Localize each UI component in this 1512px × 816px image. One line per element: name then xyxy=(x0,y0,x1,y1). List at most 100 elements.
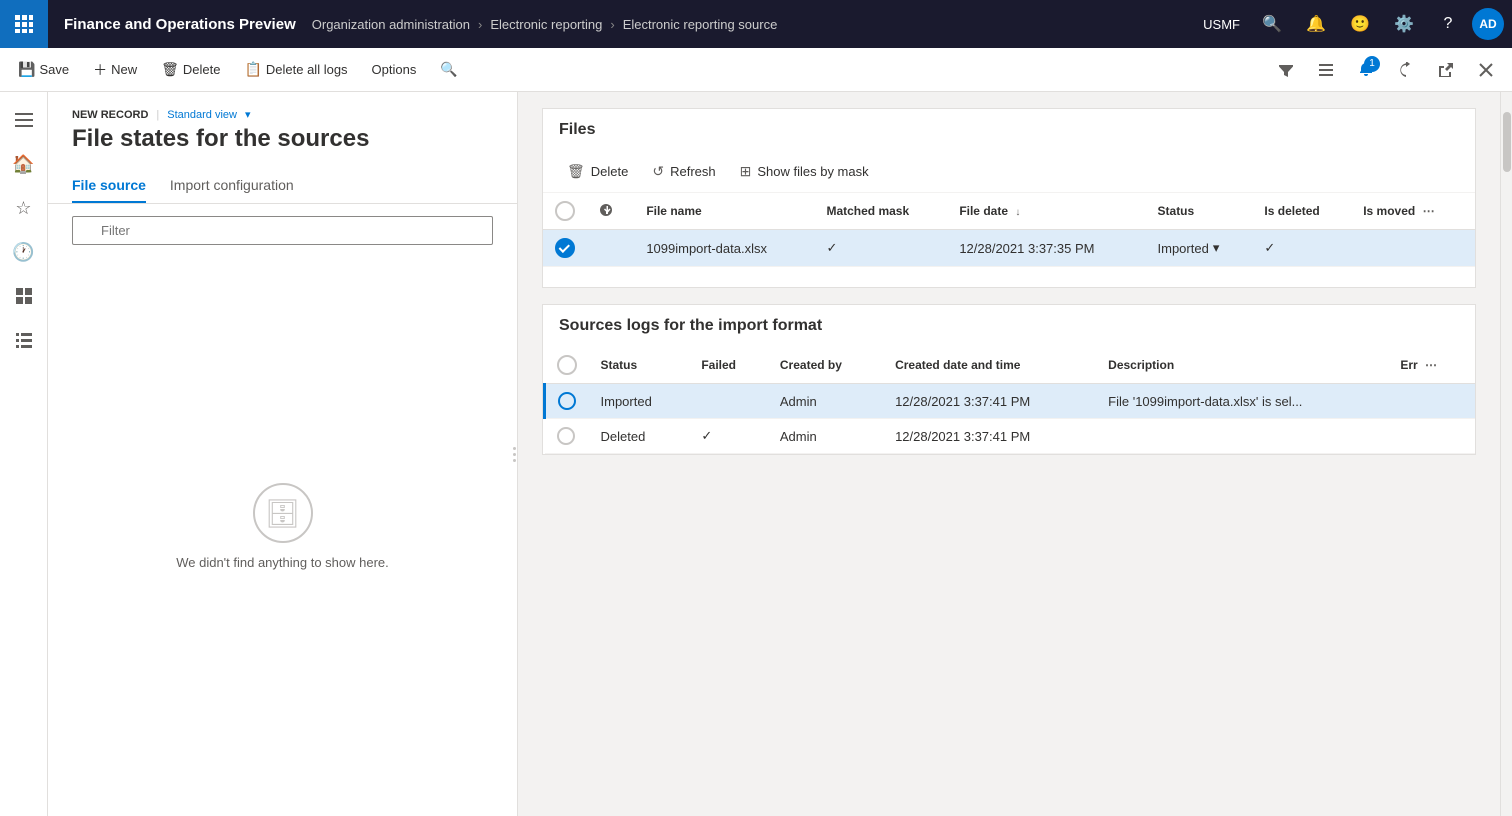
sidebar-icon-recent[interactable]: 🕐 xyxy=(4,232,44,272)
avatar[interactable]: AD xyxy=(1472,8,1504,40)
more-columns-button[interactable]: ⋯ xyxy=(1419,200,1439,222)
log-cell-created-date-0: 12/28/2021 3:37:41 PM xyxy=(883,384,1096,419)
table-row[interactable]: Imported Admin 12/28/2021 3:37:41 PM Fil… xyxy=(545,384,1476,419)
breadcrumb-item-1[interactable]: Organization administration xyxy=(312,17,470,32)
settings-button[interactable]: ⚙️ xyxy=(1384,4,1424,44)
left-panel-scrollbar[interactable] xyxy=(72,796,493,808)
notification-badge: 1 xyxy=(1364,56,1380,72)
logs-select-all-checkbox[interactable] xyxy=(557,355,577,375)
new-icon: ＋ xyxy=(93,60,107,80)
log-row-radio[interactable] xyxy=(558,392,576,410)
delete-all-logs-button[interactable]: 📋 Delete all logs xyxy=(234,57,357,82)
search-toolbar-icon: 🔍 xyxy=(440,61,457,78)
logs-more-columns-button[interactable]: ⋯ xyxy=(1421,354,1441,376)
filter-input[interactable] xyxy=(72,216,493,245)
emoji-button[interactable]: 🙂 xyxy=(1340,4,1380,44)
view-toggle-button[interactable] xyxy=(1308,52,1344,88)
trash-icon: 🗑 xyxy=(567,163,585,180)
col-header-is-deleted: Is deleted xyxy=(1252,193,1351,230)
apps-button[interactable] xyxy=(0,0,48,48)
breadcrumb-sep-2: › xyxy=(610,17,614,32)
notification-toolbar-button[interactable]: 1 xyxy=(1348,52,1384,88)
vertical-scrollbar[interactable] xyxy=(1500,92,1512,816)
log-cell-status-imported: Imported xyxy=(589,384,690,419)
log-cell-err-0 xyxy=(1388,384,1475,419)
company-selector[interactable]: USMF xyxy=(1195,17,1248,32)
delete-button[interactable]: 🗑 Delete xyxy=(151,57,230,82)
cell-is-moved xyxy=(1351,230,1475,267)
col-header-is-moved: Is moved ⋯ xyxy=(1351,193,1475,230)
files-table-scrollbar[interactable] xyxy=(543,271,1475,283)
main-layout: 🏠 ☆ 🕐 NEW RECORD | Standard view ▾ File … xyxy=(0,92,1512,816)
log-cell-failed-1: ✓ xyxy=(689,419,768,454)
logs-section-title: Sources logs for the import format xyxy=(543,305,1475,347)
page-title: File states for the sources xyxy=(48,121,517,169)
log-cell-err-1 xyxy=(1388,419,1475,454)
refresh-toolbar-button[interactable] xyxy=(1388,52,1424,88)
sidebar-icon-home[interactable]: 🏠 xyxy=(4,144,44,184)
standard-view-label[interactable]: Standard view xyxy=(167,109,237,121)
row-checkbox[interactable] xyxy=(555,238,575,258)
col-header-file-date: File date ↓ xyxy=(947,193,1145,230)
logs-col-created-by: Created by xyxy=(768,347,883,384)
options-button[interactable]: Options xyxy=(362,58,427,81)
files-refresh-button[interactable]: ↺ Refresh xyxy=(644,159,723,184)
files-delete-button[interactable]: 🗑 Delete xyxy=(559,159,636,184)
save-button[interactable]: 💾 Save xyxy=(8,57,79,82)
cell-filename: 1099import-data.xlsx xyxy=(634,230,814,267)
sidebar-icon-hamburger[interactable] xyxy=(4,100,44,140)
empty-state: 🗄 We didn't find anything to show here. xyxy=(48,257,517,796)
delete-icon: 🗑 xyxy=(161,61,179,78)
files-table-scroll[interactable]: File name Matched mask File date ↓ xyxy=(543,193,1475,267)
files-section-title: Files xyxy=(543,109,1475,151)
tab-file-source[interactable]: File source xyxy=(72,169,146,203)
help-button[interactable]: ? xyxy=(1428,4,1468,44)
files-table-header: File name Matched mask File date ↓ xyxy=(543,193,1475,230)
scroll-thumb[interactable] xyxy=(1503,112,1511,172)
show-files-by-mask-button[interactable]: ⊞ Show files by mask xyxy=(732,159,877,184)
toolbar-right-actions: 1 xyxy=(1268,52,1504,88)
table-row[interactable]: Deleted ✓ Admin 12/28/2021 3:37:41 PM xyxy=(545,419,1476,454)
save-icon: 💾 xyxy=(18,61,35,78)
search-toolbar-button[interactable]: 🔍 xyxy=(430,57,467,82)
tabs-bar: File source Import configuration xyxy=(48,169,517,204)
log-cell-created-by-1: Admin xyxy=(768,419,883,454)
tab-import-configuration[interactable]: Import configuration xyxy=(170,169,294,203)
record-label-row: NEW RECORD | Standard view ▾ xyxy=(48,108,517,121)
content-area: NEW RECORD | Standard view ▾ File states… xyxy=(48,92,1512,816)
files-select-all-col[interactable] xyxy=(543,193,587,230)
table-row[interactable]: 1099import-data.xlsx ✓ 12/28/2021 3:37:3… xyxy=(543,230,1475,267)
close-button[interactable] xyxy=(1468,52,1504,88)
filter-icon-button[interactable] xyxy=(1268,52,1304,88)
notification-button[interactable]: 🔔 xyxy=(1296,4,1336,44)
resize-handle[interactable] xyxy=(511,92,517,816)
col-header-sync xyxy=(587,193,634,230)
delete-all-icon: 📋 xyxy=(244,61,261,78)
top-nav: Finance and Operations Preview Organizat… xyxy=(0,0,1512,48)
logs-table: Status Failed Created by Created date an… xyxy=(543,347,1475,454)
col-header-matched-mask: Matched mask xyxy=(814,193,947,230)
select-all-checkbox[interactable] xyxy=(555,201,575,221)
cell-file-date: 12/28/2021 3:37:35 PM xyxy=(947,230,1145,267)
refresh-icon: ↺ xyxy=(652,163,664,180)
log-cell-description-0: File '1099import-data.xlsx' is sel... xyxy=(1096,384,1388,419)
logs-select-all-col[interactable] xyxy=(545,347,589,384)
left-sidebar-icons: 🏠 ☆ 🕐 xyxy=(0,92,48,816)
left-panel: NEW RECORD | Standard view ▾ File states… xyxy=(48,92,518,816)
open-in-new-button[interactable] xyxy=(1428,52,1464,88)
filter-box: 🔍 xyxy=(48,204,517,257)
search-button[interactable]: 🔍 xyxy=(1252,4,1292,44)
status-dropdown-icon[interactable]: ▾ xyxy=(1213,240,1220,256)
breadcrumb-item-2[interactable]: Electronic reporting xyxy=(490,17,602,32)
chevron-down-icon: ▾ xyxy=(245,108,251,121)
sidebar-icon-list[interactable] xyxy=(4,320,44,360)
logs-section: Sources logs for the import format Statu… xyxy=(542,304,1476,455)
log-row-radio-2[interactable] xyxy=(557,427,575,445)
breadcrumb-item-3[interactable]: Electronic reporting source xyxy=(623,17,778,32)
sidebar-icon-grid[interactable] xyxy=(4,276,44,316)
files-table: File name Matched mask File date ↓ xyxy=(543,193,1475,267)
new-button[interactable]: ＋ New xyxy=(83,56,147,84)
logs-col-description: Description xyxy=(1096,347,1388,384)
sidebar-icon-star[interactable]: ☆ xyxy=(4,188,44,228)
logs-table-header: Status Failed Created by Created date an… xyxy=(545,347,1476,384)
